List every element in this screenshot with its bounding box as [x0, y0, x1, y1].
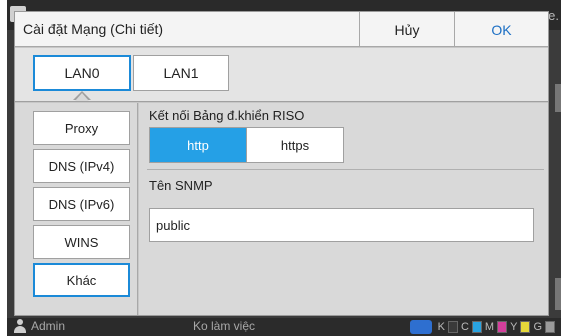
ink-swatch-m [497, 321, 508, 333]
dialog-header: Cài đặt Mạng (Chi tiết) Hủy OK [15, 12, 548, 47]
lan-tabs: LAN0 LAN1 [15, 48, 548, 102]
ink-label-g: G [533, 321, 542, 333]
ink-levels: K C M Y G [409, 320, 555, 334]
snmp-name-field[interactable]: public [149, 208, 534, 242]
snmp-name-label: Tên SNMP [149, 178, 213, 193]
nav-item-proxy[interactable]: Proxy [33, 111, 130, 145]
background-text-fragment: e. [548, 8, 559, 23]
riso-protocol-selector: http https [149, 127, 344, 163]
ink-swatch-g [545, 321, 555, 333]
ink-swatch-c [471, 321, 482, 333]
ink-label-m: M [484, 321, 495, 333]
user-indicator: Admin [13, 319, 65, 333]
machine-status: Ko làm việc [193, 319, 256, 333]
scroll-up-handle [555, 84, 561, 112]
settings-content: Kết nối Bảng đ.khiển RISO http https Tên… [139, 103, 548, 315]
ink-swatch-y [520, 321, 531, 333]
cancel-button[interactable]: Hủy [359, 12, 454, 47]
ink-swatch-k [447, 321, 458, 333]
user-icon [13, 319, 27, 333]
nav-item-wins[interactable]: WINS [33, 225, 130, 259]
tab-pointer-inner [75, 93, 89, 101]
nav-item-dns-ipv4[interactable]: DNS (IPv4) [33, 149, 130, 183]
scroll-down-handle [555, 278, 561, 310]
network-settings-dialog: Cài đặt Mạng (Chi tiết) Hủy OK LAN0 LAN1… [14, 11, 549, 316]
ink-label-k: K [437, 321, 445, 333]
tab-lan1[interactable]: LAN1 [133, 55, 229, 91]
ink-label-c: C [460, 321, 469, 333]
option-http[interactable]: http [150, 128, 246, 162]
option-https[interactable]: https [246, 128, 343, 162]
category-nav: Proxy DNS (IPv4) DNS (IPv6) WINS Khác [15, 103, 138, 315]
tab-lan0[interactable]: LAN0 [33, 55, 131, 91]
dialog-title: Cài đặt Mạng (Chi tiết) [23, 21, 164, 37]
nav-item-other[interactable]: Khác [33, 263, 130, 297]
status-bar: Admin Ko làm việc K C M Y G [7, 318, 561, 336]
riso-connection-label: Kết nối Bảng đ.khiển RISO [149, 108, 305, 123]
user-name: Admin [31, 319, 66, 333]
nav-item-dns-ipv6[interactable]: DNS (IPv6) [33, 187, 130, 221]
section-divider [147, 169, 544, 170]
ok-button[interactable]: OK [454, 12, 548, 47]
ink-label-y: Y [510, 321, 518, 333]
ink-status-icon [409, 320, 432, 334]
